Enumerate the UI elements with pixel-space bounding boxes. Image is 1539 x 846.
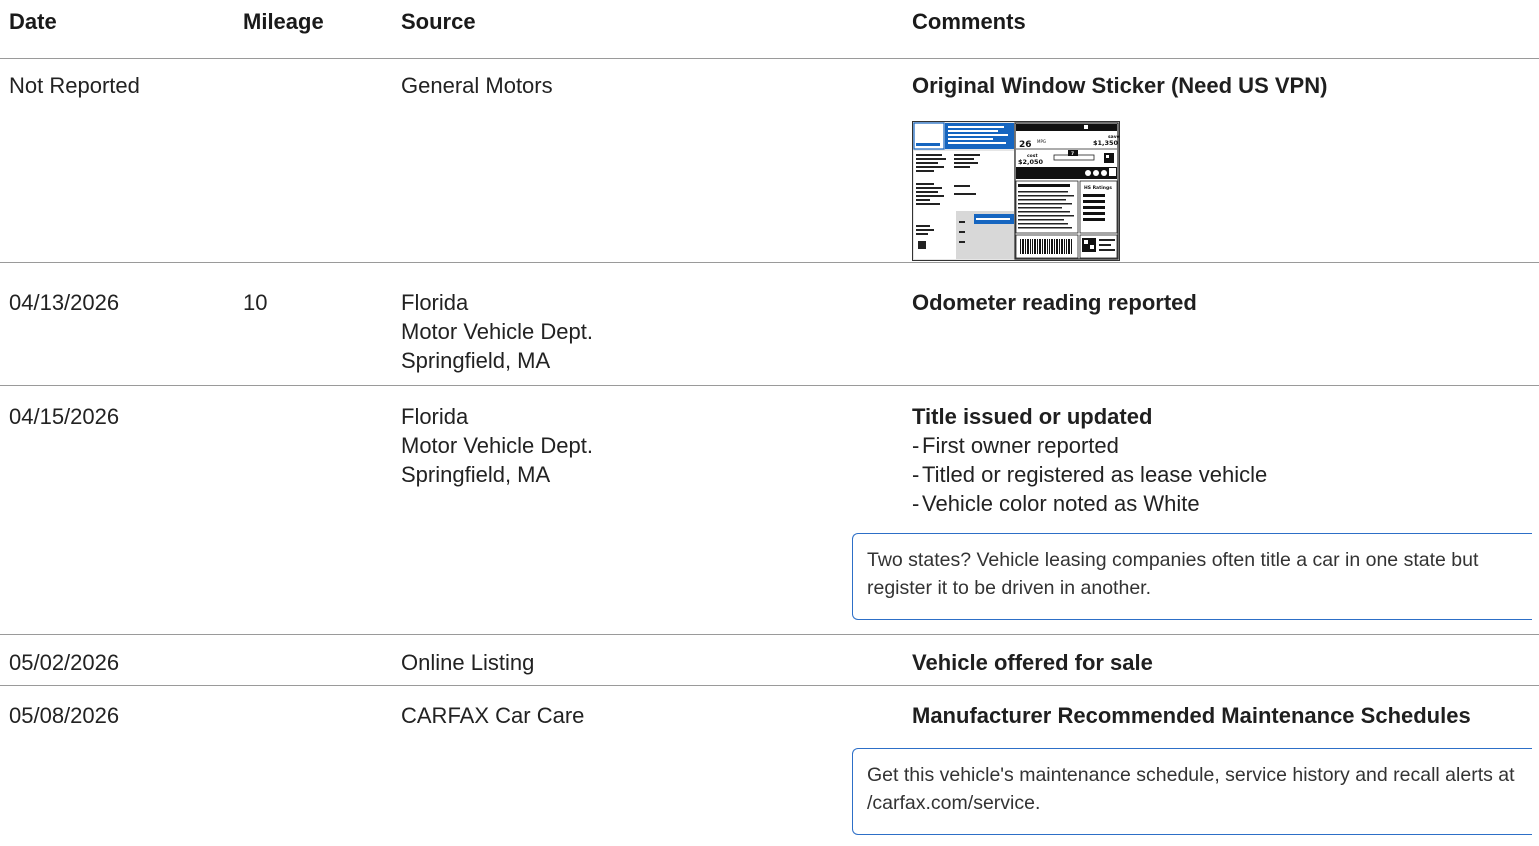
row-source: Florida Motor Vehicle Dept. Springfield,…	[401, 402, 593, 489]
source-line: General Motors	[401, 73, 553, 98]
comment-bullet: - First owner reported	[912, 433, 1119, 458]
comment-bullet: - Vehicle color noted as White	[912, 491, 1200, 516]
source-line: CARFAX Car Care	[401, 703, 585, 728]
row-date: 05/08/2026	[9, 703, 120, 728]
table-row: 04/13/2026 10 Florida Motor Vehicle Dept…	[0, 263, 1539, 386]
row-source: CARFAX Car Care	[401, 701, 584, 730]
row-date: 04/15/2026	[9, 404, 120, 429]
source-line: Motor Vehicle Dept.	[401, 319, 593, 344]
row-source: Florida Motor Vehicle Dept. Springfield,…	[401, 288, 593, 375]
row-date: 04/13/2026	[9, 290, 120, 315]
row-comment: Odometer reading reported	[912, 288, 1197, 317]
header-mileage: Mileage	[243, 9, 324, 34]
maintenance-schedules-link[interactable]: Manufacturer Recommended Maintenance Sch…	[912, 701, 1471, 730]
row-comment: Vehicle offered for sale	[912, 648, 1153, 677]
source-line: Florida	[401, 404, 469, 429]
maintenance-info-note[interactable]: Get this vehicle's maintenance schedule,…	[852, 748, 1532, 835]
header-date: Date	[9, 9, 57, 34]
row-comment: Original Window Sticker (Need US VPN)	[912, 71, 1327, 100]
source-line: Motor Vehicle Dept.	[401, 433, 593, 458]
sticker-rating: 7	[1071, 151, 1074, 157]
row-source: Online Listing	[401, 648, 534, 677]
table-row: 05/02/2026 Online Listing Vehicle offere…	[0, 635, 1539, 686]
comment-title: Title issued or updated	[912, 404, 1153, 429]
source-line: Springfield, MA	[401, 348, 551, 373]
window-sticker-link[interactable]: Original Window Sticker (Need US VPN)	[912, 71, 1327, 100]
sticker-mpg-unit: MPG	[1037, 139, 1046, 144]
source-line: Online Listing	[401, 650, 535, 675]
comment-title: Odometer reading reported	[912, 290, 1197, 315]
table-row: Not Reported General Motors Original Win…	[0, 59, 1539, 263]
source-line: Florida	[401, 290, 469, 315]
row-date: 05/02/2026	[9, 650, 120, 675]
row-source: General Motors	[401, 71, 553, 100]
row-comment: Manufacturer Recommended Maintenance Sch…	[912, 701, 1471, 730]
comment-bullet: - Titled or registered as lease vehicle	[912, 462, 1268, 487]
header-comments: Comments	[912, 9, 1026, 34]
comment-title: Vehicle offered for sale	[912, 650, 1153, 675]
sticker-mpg: 26	[1019, 140, 1032, 150]
header-source: Source	[401, 9, 476, 34]
window-sticker-thumbnail[interactable]: 26 MPG save $1,350 cost $2,050 7 HS Rati…	[912, 121, 1120, 261]
table-row: 04/15/2026 Florida Motor Vehicle Dept. S…	[0, 386, 1539, 635]
row-date: Not Reported	[9, 73, 140, 98]
table-header: Date Mileage Source Comments	[0, 0, 1539, 59]
row-comment: Title issued or updated - First owner rep…	[912, 402, 1267, 518]
sticker-save-value: $1,350	[1093, 139, 1119, 147]
sticker-cost-value: $2,050	[1018, 158, 1044, 166]
row-mileage: 10	[243, 290, 268, 315]
source-line: Springfield, MA	[401, 462, 551, 487]
sticker-hs-ratings: HS Ratings	[1084, 185, 1112, 191]
table-row: 05/08/2026 CARFAX Car Care Manufacturer …	[0, 686, 1539, 846]
leasing-info-note: Two states? Vehicle leasing companies of…	[852, 533, 1532, 620]
